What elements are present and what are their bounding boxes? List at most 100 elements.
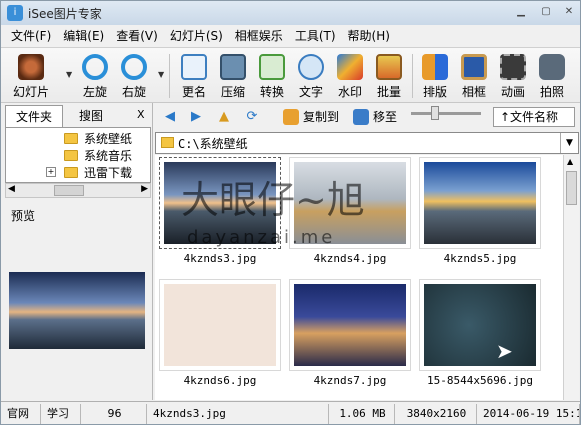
animation-label: 动画: [500, 85, 525, 99]
up-folder-icon[interactable]: ▲: [215, 109, 233, 125]
app-icon: i: [7, 5, 23, 21]
layout-button[interactable]: 排版: [415, 54, 455, 102]
batch-button[interactable]: 批量: [369, 54, 409, 102]
menu-view[interactable]: 查看(V): [110, 25, 164, 47]
convert-label: 转换: [259, 85, 284, 99]
copy-to-button[interactable]: 复制到: [283, 107, 339, 127]
text-button[interactable]: 文字: [291, 54, 331, 102]
watermark-button[interactable]: 水印: [330, 54, 370, 102]
rename-label: 更名: [181, 85, 206, 99]
watermark-label: 水印: [337, 85, 362, 99]
thumbnail-image: [424, 284, 536, 366]
current-path[interactable]: C:\系统壁纸: [178, 135, 248, 152]
tree-item-label: 系统壁纸: [84, 131, 133, 146]
copy-to-label: 复制到: [303, 110, 340, 124]
copy-icon: [283, 109, 299, 125]
thumbnail-label: 15-8544x5696.jpg: [427, 374, 533, 387]
slideshow-dropdown-icon[interactable]: ▼: [66, 70, 72, 79]
thumbnail-label: 4kznds7.jpg: [313, 374, 387, 387]
compress-label: 压缩: [220, 85, 245, 99]
tab-image-search[interactable]: 搜图: [65, 105, 117, 127]
sort-dropdown[interactable]: ↑文件名称: [493, 107, 575, 127]
folder-tree[interactable]: 系统壁纸 系统音乐 + 迅雷下载: [5, 127, 151, 183]
convert-button[interactable]: 转换: [252, 54, 292, 102]
maximize-icon[interactable]: ▢: [538, 5, 554, 19]
animation-icon: [500, 54, 526, 80]
scroll-left-icon[interactable]: ◀: [8, 184, 15, 194]
scroll-thumb[interactable]: [54, 185, 84, 196]
menu-tools[interactable]: 工具(T): [289, 25, 342, 47]
tree-item[interactable]: 系统壁纸: [64, 130, 132, 146]
menu-file[interactable]: 文件(F): [5, 25, 57, 47]
rotate-dropdown-icon[interactable]: ▼: [158, 70, 164, 79]
thumbnail-label: 4kznds6.jpg: [183, 374, 257, 387]
path-toolbar: ◀ ▶ ▲ ⟳ 复制到 移至 ↑文件名称: [153, 103, 580, 131]
file-count: 96: [83, 404, 147, 424]
thumbnail-image: [164, 284, 276, 366]
refresh-icon[interactable]: ⟳: [243, 109, 261, 125]
toolbar-separator: [169, 54, 170, 98]
forward-icon[interactable]: ▶: [187, 109, 205, 125]
path-dropdown-icon[interactable]: ▼: [560, 133, 578, 153]
layout-label: 排版: [422, 85, 447, 99]
text-icon: [298, 54, 324, 80]
website-link[interactable]: 官网: [3, 404, 41, 424]
tree-scrollbar[interactable]: ◀ ▶: [5, 183, 151, 198]
menu-frame-fun[interactable]: 相框娱乐: [229, 25, 289, 47]
folder-icon: [64, 166, 78, 178]
compress-button[interactable]: 压缩: [213, 54, 253, 102]
thumbnail[interactable]: [159, 279, 281, 371]
scroll-up-icon[interactable]: ▲: [567, 157, 573, 166]
camera-label: 拍照: [539, 85, 564, 99]
move-to-button[interactable]: 移至: [353, 107, 397, 127]
back-icon[interactable]: ◀: [161, 109, 179, 125]
rotate-left-label: 左旋: [82, 85, 107, 99]
slideshow-icon: [18, 54, 44, 80]
left-panel: 文件夹 搜图 X 系统壁纸 系统音乐 + 迅雷下载 ◀ ▶ 预览: [1, 103, 153, 400]
compress-icon: [220, 54, 246, 80]
rotate-left-icon: [82, 54, 108, 80]
panel-close-button[interactable]: X: [137, 108, 145, 121]
text-label: 文字: [298, 85, 323, 99]
tree-item-label: 迅雷下载: [84, 165, 133, 180]
address-bar[interactable]: C:\系统壁纸 ▼: [155, 132, 579, 154]
file-date: 2014-06-19 15:10: [479, 404, 580, 424]
zoom-slider[interactable]: [411, 112, 481, 115]
status-bar: 官网 学习 96 4kznds3.jpg 1.06 MB 3840x2160 2…: [1, 401, 580, 424]
thumbnail-label: 4kznds5.jpg: [443, 252, 517, 265]
rotate-right-button[interactable]: 右旋: [114, 54, 154, 102]
folder-icon: [64, 132, 78, 144]
close-icon[interactable]: ✕: [561, 5, 577, 19]
animation-button[interactable]: 动画: [493, 54, 533, 102]
rename-button[interactable]: 更名: [174, 54, 214, 102]
title-bar[interactable]: i iSee图片专家 ▁ ▢ ✕: [1, 1, 580, 25]
batch-icon: [376, 54, 402, 80]
camera-button[interactable]: 拍照: [532, 54, 572, 102]
tree-item[interactable]: 系统音乐: [64, 147, 132, 163]
learn-link[interactable]: 学习: [43, 404, 81, 424]
preview-image: [9, 272, 145, 349]
menu-help[interactable]: 帮助(H): [342, 25, 396, 47]
convert-icon: [259, 54, 285, 80]
rotate-left-button[interactable]: 左旋: [75, 54, 115, 102]
scroll-right-icon[interactable]: ▶: [141, 184, 148, 194]
window-title: iSee图片专家: [28, 6, 102, 21]
minimize-icon[interactable]: ▁: [513, 5, 529, 19]
thumbnail[interactable]: [419, 157, 541, 249]
mouse-cursor-icon: ➤: [496, 339, 513, 363]
slideshow-button[interactable]: 幻灯片: [11, 54, 51, 102]
menu-slideshow[interactable]: 幻灯片(S): [164, 25, 229, 47]
thumbnail[interactable]: [289, 279, 411, 371]
zoom-slider-thumb[interactable]: [431, 106, 439, 120]
rotate-right-label: 右旋: [121, 85, 146, 99]
tree-item-label: 系统音乐: [84, 148, 133, 163]
thumbnail[interactable]: [419, 279, 541, 371]
frame-button[interactable]: 相框: [454, 54, 494, 102]
tab-folders[interactable]: 文件夹: [5, 105, 63, 127]
menu-edit[interactable]: 编辑(E): [57, 25, 110, 47]
expand-icon[interactable]: +: [46, 167, 56, 177]
scroll-thumb[interactable]: [566, 171, 577, 205]
grid-scrollbar[interactable]: ▲: [563, 155, 579, 400]
tree-item[interactable]: + 迅雷下载: [46, 164, 132, 180]
left-tabs: 文件夹 搜图 X: [3, 105, 151, 127]
